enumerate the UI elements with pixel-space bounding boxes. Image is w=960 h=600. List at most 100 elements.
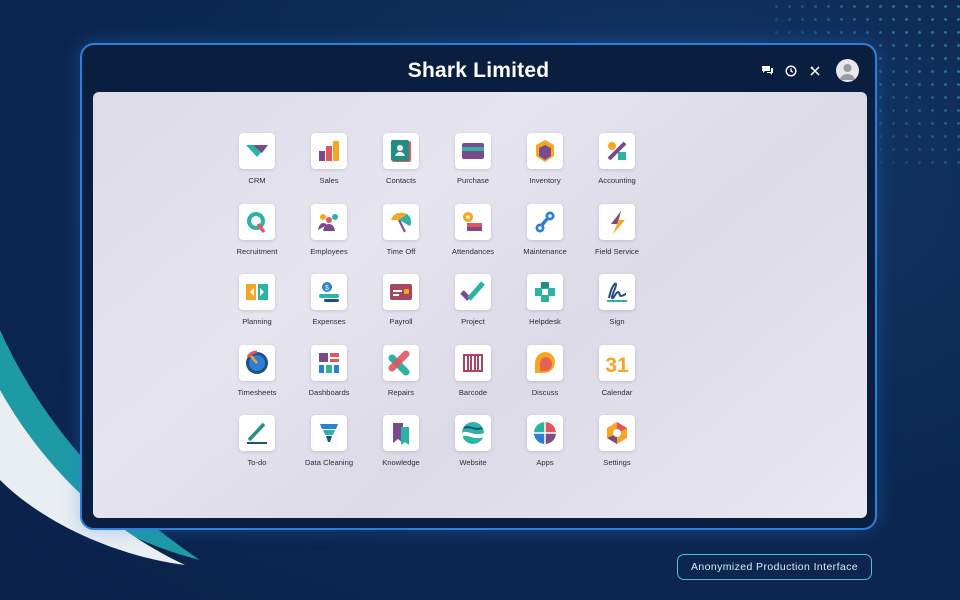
chat-icon[interactable] bbox=[760, 64, 774, 78]
app-employees[interactable]: Employees bbox=[293, 203, 365, 275]
contacts-icon bbox=[383, 133, 419, 169]
app-knowledge[interactable]: Knowledge bbox=[365, 415, 437, 486]
app-label: Settings bbox=[603, 458, 631, 467]
company-title: Shark Limited bbox=[407, 59, 550, 82]
app-barcode[interactable]: Barcode bbox=[437, 344, 509, 416]
footer-badge: Anonymized Production Interface bbox=[677, 554, 872, 580]
app-calendar[interactable]: 31 Calendar bbox=[581, 344, 653, 416]
app-label: Website bbox=[459, 458, 487, 467]
app-label: Planning bbox=[242, 317, 272, 326]
app-label: Repairs bbox=[387, 387, 415, 397]
app-label: Barcode bbox=[458, 387, 488, 397]
purchase-icon bbox=[455, 133, 491, 169]
app-label: Contacts bbox=[386, 176, 416, 185]
app-label: Knowledge bbox=[382, 458, 420, 467]
app-attendances[interactable]: Attendances bbox=[437, 203, 509, 275]
sign-icon bbox=[599, 274, 635, 310]
app-planning[interactable]: Planning bbox=[221, 274, 293, 345]
app-label: Calendar bbox=[601, 387, 633, 397]
app-label: Discuss bbox=[531, 387, 559, 397]
app-crm[interactable]: CRM bbox=[221, 133, 293, 204]
todo-icon bbox=[239, 415, 275, 451]
clock-icon[interactable] bbox=[784, 64, 798, 78]
barcode-icon bbox=[455, 344, 491, 381]
app-label: Employees bbox=[310, 246, 348, 256]
user-avatar[interactable] bbox=[836, 59, 859, 82]
accounting-icon bbox=[599, 133, 635, 169]
field-service-icon bbox=[599, 203, 635, 240]
knowledge-icon bbox=[383, 415, 419, 451]
apps-icon bbox=[527, 415, 563, 451]
app-helpdesk[interactable]: Helpdesk bbox=[509, 274, 581, 345]
app-window: Shark Limited CRM Sales Contacts Purchas… bbox=[80, 43, 877, 530]
app-inventory[interactable]: Inventory bbox=[509, 133, 581, 204]
crm-icon bbox=[239, 133, 275, 169]
app-launcher-panel: CRM Sales Contacts Purchase Inventory Ac… bbox=[93, 92, 867, 518]
app-sign[interactable]: Sign bbox=[581, 274, 653, 345]
maintenance-icon bbox=[527, 203, 563, 240]
app-website[interactable]: Website bbox=[437, 415, 509, 486]
app-timesheets[interactable]: Timesheets bbox=[221, 344, 293, 416]
app-label: Sales bbox=[319, 176, 339, 185]
calendar-icon: 31 bbox=[599, 344, 635, 381]
payroll-icon bbox=[383, 274, 419, 310]
app-label: Purchase bbox=[456, 176, 490, 185]
recruitment-icon bbox=[239, 203, 275, 240]
helpdesk-icon bbox=[527, 274, 563, 310]
discuss-icon bbox=[527, 344, 563, 381]
app-label: Inventory bbox=[529, 176, 561, 185]
app-label: Apps bbox=[536, 458, 554, 467]
app-time-off[interactable]: Time Off bbox=[365, 203, 437, 275]
app-label: Dashboards bbox=[308, 387, 350, 397]
data-cleaning-icon bbox=[311, 415, 347, 451]
app-todo[interactable]: To-do bbox=[221, 415, 293, 486]
app-label: Payroll bbox=[389, 317, 413, 326]
project-icon bbox=[455, 274, 491, 310]
app-settings[interactable]: Settings bbox=[581, 415, 653, 486]
website-icon bbox=[455, 415, 491, 451]
inventory-icon bbox=[527, 133, 563, 169]
app-payroll[interactable]: Payroll bbox=[365, 274, 437, 345]
app-label: CRM bbox=[248, 176, 266, 185]
attendances-icon bbox=[455, 203, 491, 240]
app-label: Maintenance bbox=[523, 246, 567, 256]
app-label: Data Cleaning bbox=[304, 458, 354, 467]
planning-icon bbox=[239, 274, 275, 310]
sales-icon bbox=[311, 133, 347, 169]
app-label: Sign bbox=[609, 317, 625, 326]
app-contacts[interactable]: Contacts bbox=[365, 133, 437, 204]
app-expenses[interactable]: $ Expenses bbox=[293, 274, 365, 345]
app-field-service[interactable]: Field Service bbox=[581, 203, 653, 275]
apps-grid: CRM Sales Contacts Purchase Inventory Ac… bbox=[221, 133, 653, 486]
app-label: Project bbox=[461, 317, 485, 326]
app-dashboards[interactable]: Dashboards bbox=[293, 344, 365, 416]
top-bar-icons bbox=[760, 59, 859, 82]
app-label: Recruitment bbox=[236, 246, 278, 256]
timesheets-icon bbox=[239, 344, 275, 381]
svg-text:$: $ bbox=[325, 285, 329, 292]
app-data-cleaning[interactable]: Data Cleaning bbox=[293, 415, 365, 486]
tools-icon[interactable] bbox=[808, 64, 822, 78]
app-label: Time Off bbox=[386, 246, 416, 256]
app-recruitment[interactable]: Recruitment bbox=[221, 203, 293, 275]
app-discuss[interactable]: Discuss bbox=[509, 344, 581, 416]
app-maintenance[interactable]: Maintenance bbox=[509, 203, 581, 275]
app-label: Field Service bbox=[595, 246, 639, 256]
app-apps[interactable]: Apps bbox=[509, 415, 581, 486]
app-label: Expenses bbox=[312, 317, 346, 326]
app-sales[interactable]: Sales bbox=[293, 133, 365, 204]
app-purchase[interactable]: Purchase bbox=[437, 133, 509, 204]
app-label: Accounting bbox=[598, 176, 636, 185]
app-label: Helpdesk bbox=[529, 317, 561, 326]
dashboards-icon bbox=[311, 344, 347, 381]
expenses-icon: $ bbox=[311, 274, 347, 310]
settings-icon bbox=[599, 415, 635, 451]
employees-icon bbox=[311, 203, 347, 240]
calendar-glyph: 31 bbox=[605, 354, 629, 377]
app-accounting[interactable]: Accounting bbox=[581, 133, 653, 204]
app-label: Timesheets bbox=[237, 387, 277, 397]
app-label: Attendances bbox=[451, 246, 495, 256]
app-repairs[interactable]: Repairs bbox=[365, 344, 437, 416]
time-off-icon bbox=[383, 203, 419, 240]
app-project[interactable]: Project bbox=[437, 274, 509, 345]
